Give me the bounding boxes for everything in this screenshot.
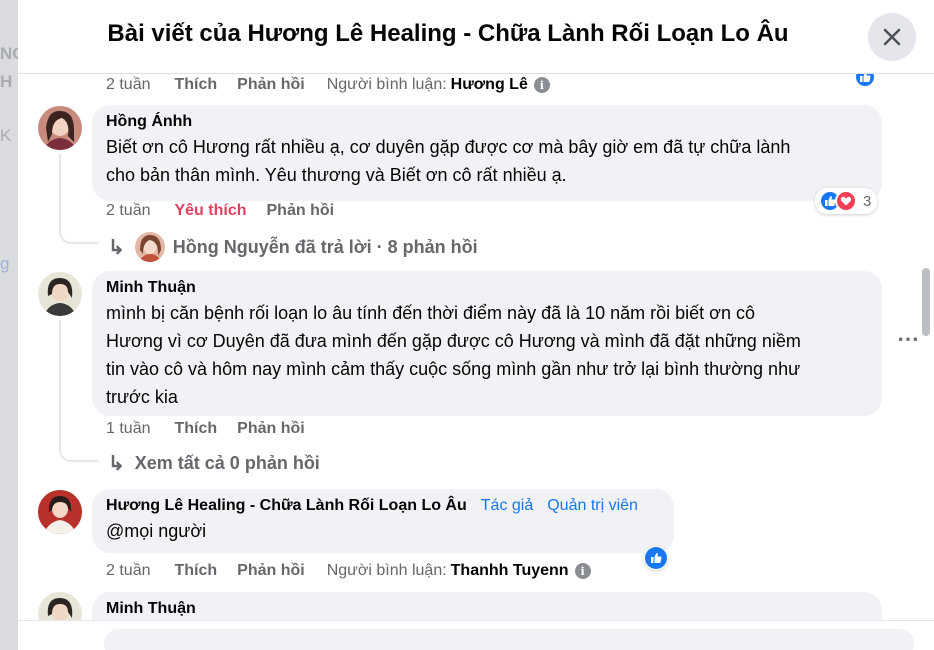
like-button[interactable]: Thích: [174, 76, 217, 94]
comment-text: Biết ơn cô Hương rất nhiều ạ, cơ duyên g…: [106, 133, 868, 189]
commenter-name[interactable]: Thanhh Tuyenn: [451, 562, 569, 579]
reply-arrow-icon: ↳: [108, 236, 125, 259]
backdrop-fragment: g: [0, 254, 10, 273]
like-button[interactable]: Thích: [174, 420, 217, 438]
thread-line: [59, 320, 61, 450]
comment-text: mình bị căn bệnh rối loạn lo âu tính đến…: [106, 299, 868, 411]
thread-connector: [59, 218, 99, 244]
replies-summary: Xem tất cả 0 phản hồi: [134, 453, 320, 473]
avatar[interactable]: [38, 490, 82, 534]
comment-actions: 2 tuần Thích Phản hồi Người bình luận: Th…: [106, 562, 591, 580]
comment-text-line: trước kia: [106, 387, 178, 407]
comment-actions: 2 tuần Thích Phản hồi Người bình luận: Hư…: [106, 76, 550, 94]
avatar: [134, 232, 165, 262]
thread-connector: [59, 436, 99, 462]
replies-summary: Hồng Nguyễn đã trả lời · 8 phản hồi: [172, 236, 478, 257]
reply-button[interactable]: Phản hồi: [237, 76, 305, 94]
comment-text-line: mình bị căn bệnh rối loạn lo âu tính đến…: [106, 303, 756, 323]
dialog-header: Bài viết của Hương Lê Healing - Chữa Làn…: [18, 0, 934, 74]
view-replies-link[interactable]: ↳ Hồng Nguyễn đã trả lời · 8 phản hồi: [108, 232, 478, 262]
comment-author[interactable]: Hồng Ánhh: [106, 113, 868, 131]
comment-text-line: tin vào cô và hôm nay mình cảm thấy cuộc…: [106, 359, 801, 379]
reaction-count: 3: [863, 192, 872, 210]
backdrop-fragment: K: [0, 126, 12, 145]
comment-time[interactable]: 2 tuần: [106, 76, 150, 94]
more-options-icon[interactable]: ⋯: [897, 326, 920, 352]
like-reaction-icon: [645, 547, 667, 569]
reply-button[interactable]: Phản hồi: [237, 420, 305, 438]
comment-time[interactable]: 1 tuần: [106, 420, 150, 438]
commenter-label: Người bình luận: Hương Lê: [327, 76, 528, 94]
info-icon[interactable]: i: [533, 77, 550, 93]
backdrop-fragment: H: [0, 72, 13, 91]
reply-button[interactable]: Phản hồi: [267, 202, 335, 220]
commenter-prefix: Người bình luận:: [326, 562, 447, 579]
reaction-summary[interactable]: 3: [815, 188, 878, 214]
love-reaction-icon: [835, 190, 857, 212]
comment-text-line: Biết ơn cô Hương rất nhiều ạ, cơ duyên g…: [106, 137, 791, 157]
avatar[interactable]: [38, 106, 82, 150]
comment-bubble: Hương Lê Healing - Chữa Lành Rối Loạn Lo…: [92, 489, 674, 553]
author-badge: Tác giả: [480, 497, 534, 514]
comments-list[interactable]: 2 tuần Thích Phản hồi Người bình luận: Hư…: [18, 64, 934, 650]
admin-badge: Quản trị viên: [547, 497, 638, 514]
like-button[interactable]: Thích: [174, 562, 217, 580]
dialog-title: Bài viết của Hương Lê Healing - Chữa Làn…: [107, 20, 789, 47]
comment-time[interactable]: 2 tuần: [106, 562, 150, 580]
comment-text-line: cho bản thân mình. Yêu thương và Biết ơn…: [106, 165, 567, 185]
commenter-label: Người bình luận: Thanhh Tuyenn: [327, 562, 569, 580]
love-button[interactable]: Yêu thích: [174, 202, 246, 220]
reply-arrow-icon: ↳: [108, 453, 125, 475]
comment-composer-area: [18, 620, 934, 650]
comment-author[interactable]: Minh Thuận: [106, 279, 868, 297]
comment-bubble: Hồng Ánhh Biết ơn cô Hương rất nhiều ạ, …: [92, 105, 882, 201]
comment-author[interactable]: Hương Lê Healing - Chữa Lành Rối Loạn Lo…: [106, 497, 467, 514]
comment-actions: 2 tuần Yêu thích Phản hồi: [106, 202, 334, 220]
comment-time[interactable]: 2 tuần: [106, 202, 150, 220]
avatar[interactable]: [38, 272, 82, 316]
info-icon[interactable]: i: [574, 563, 591, 579]
comment-author-row: Hương Lê Healing - Chữa Lành Rối Loạn Lo…: [106, 497, 660, 515]
reply-button[interactable]: Phản hồi: [237, 562, 305, 580]
close-button[interactable]: [868, 13, 916, 61]
commenter-name[interactable]: Hương Lê: [451, 76, 528, 93]
comment-input[interactable]: [104, 629, 914, 650]
reaction-summary[interactable]: [644, 546, 668, 570]
comment-text-line: Hương vì cơ Duyên đã đưa mình đến gặp đư…: [106, 331, 801, 351]
comment-actions: 1 tuần Thích Phản hồi: [106, 420, 305, 438]
commenter-prefix: Người bình luận:: [326, 76, 447, 93]
scrollbar-thumb[interactable]: [922, 268, 930, 336]
post-dialog: Bài viết của Hương Lê Healing - Chữa Làn…: [18, 0, 934, 650]
close-icon: [883, 28, 901, 46]
comment-bubble: Minh Thuận mình bị căn bệnh rối loạn lo …: [92, 271, 882, 416]
view-replies-link[interactable]: ↳ Xem tất cả 0 phản hồi: [108, 451, 320, 476]
comment-text: @mọi người: [106, 521, 207, 541]
comment-author[interactable]: Minh Thuận: [106, 600, 868, 618]
